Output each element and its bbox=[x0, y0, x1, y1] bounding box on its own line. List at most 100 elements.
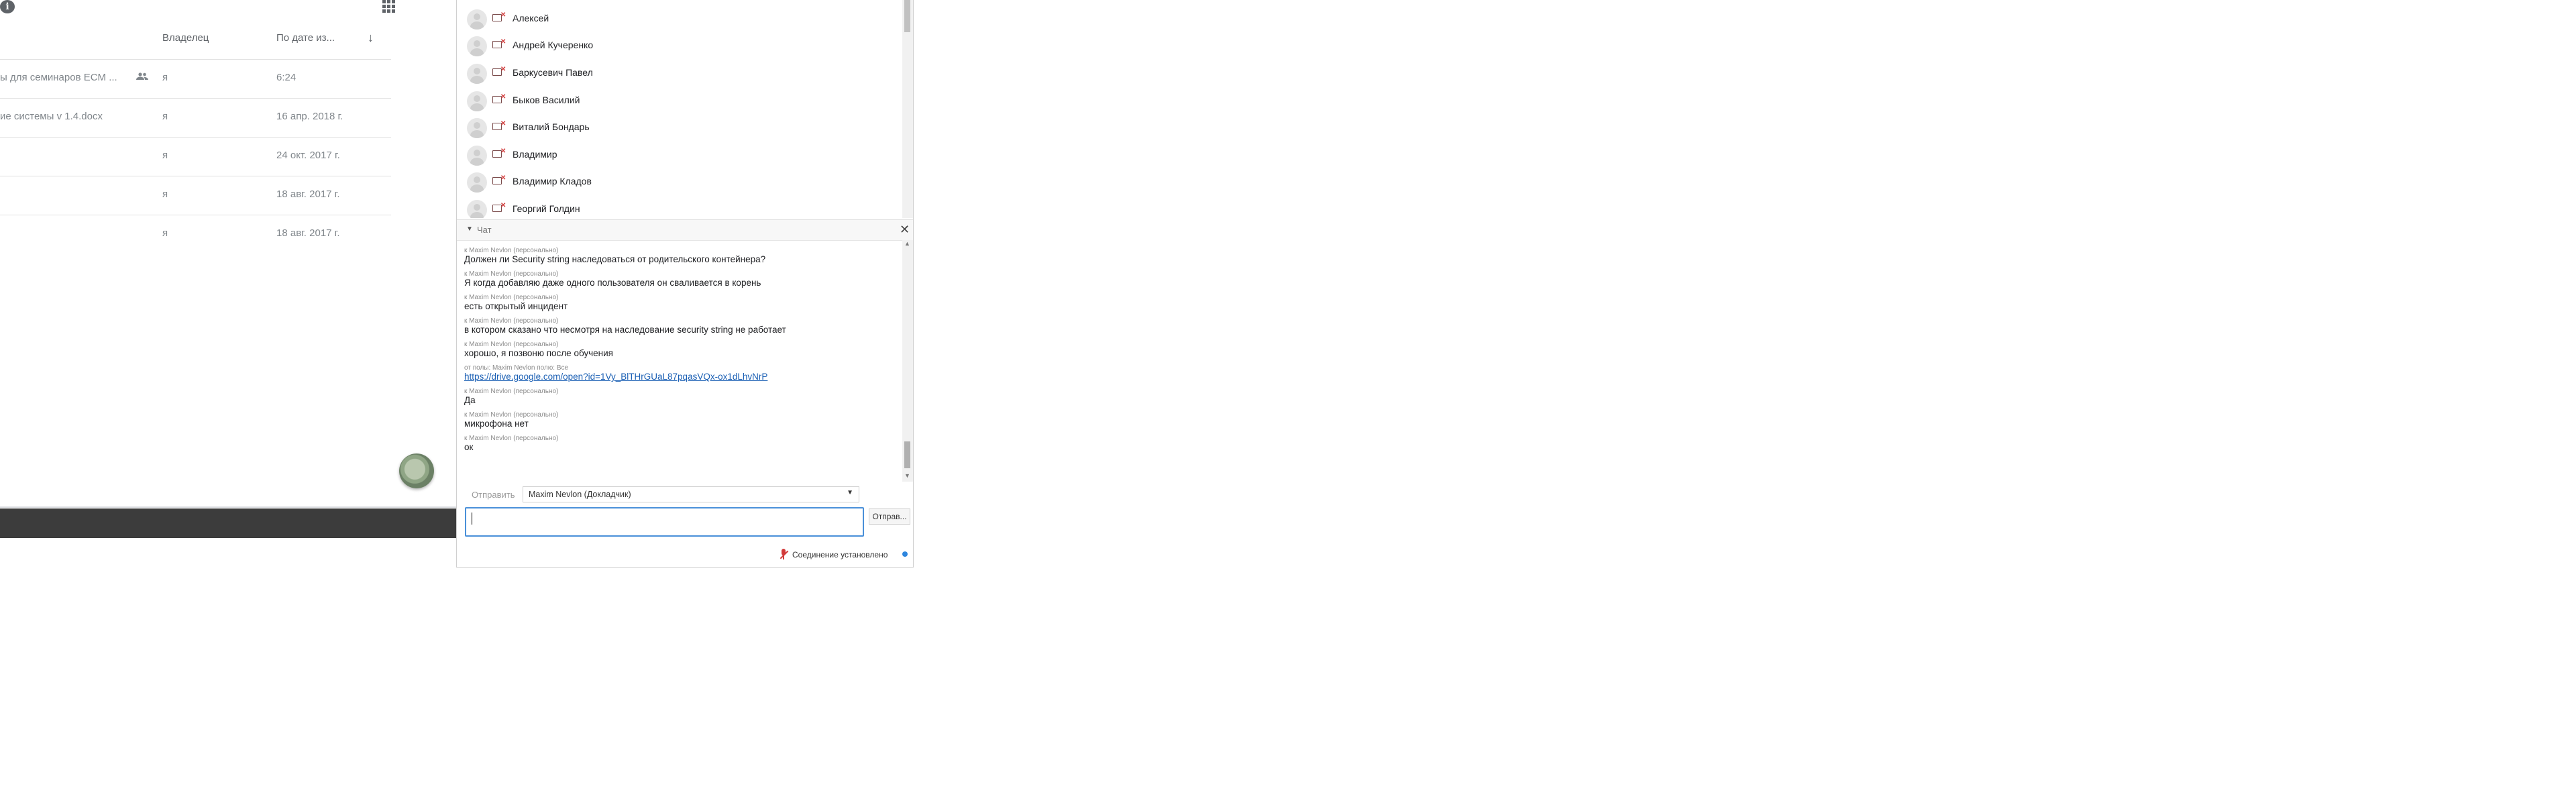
connection-indicator-dot bbox=[902, 551, 908, 557]
message-text: хорошо, я позвоню после обучения bbox=[464, 348, 613, 358]
attendee-item[interactable]: ✕ Владимир Кладов bbox=[467, 170, 896, 195]
message-text: Я когда добавляю даже одного пользовател… bbox=[464, 278, 761, 288]
dropdown-arrow-icon[interactable]: ▼ bbox=[847, 489, 853, 496]
dark-toolbar bbox=[0, 508, 456, 538]
screen-disconnected-icon: ✕ bbox=[492, 202, 506, 213]
connection-status: Соединение установлено bbox=[792, 550, 888, 559]
attendee-name: Владимир bbox=[513, 149, 557, 160]
attendee-item[interactable]: ✕ Владимир bbox=[467, 143, 896, 168]
grid-view-icon[interactable] bbox=[382, 0, 397, 13]
chat-message: к Maxim Nevlon (персонально) Я когда доб… bbox=[464, 270, 761, 288]
message-text: есть открытый инцидент bbox=[464, 301, 568, 311]
attendee-list-scrollbar[interactable] bbox=[902, 0, 913, 218]
attendee-name: Виталий Бондарь bbox=[513, 121, 590, 132]
message-link[interactable]: https://drive.google.com/open?id=1Vy_BlT… bbox=[464, 372, 767, 382]
file-row[interactable]: я 18 авг. 2017 г. bbox=[0, 215, 391, 254]
avatar-icon bbox=[467, 36, 487, 56]
message-text: ок bbox=[464, 442, 474, 452]
screen-disconnected-icon: ✕ bbox=[492, 93, 506, 105]
message-recipient-meta: к Maxim Nevlon (персонально) bbox=[464, 294, 559, 301]
file-owner: я bbox=[162, 189, 168, 200]
chat-message: от полы: Maxim Nevlon полю: Все https://… bbox=[464, 364, 767, 382]
file-modified-date: 6:24 bbox=[276, 72, 297, 83]
attendee-name: Баркусевич Павел bbox=[513, 67, 593, 78]
attendee-name: Алексей bbox=[513, 13, 549, 23]
attendee-item[interactable]: ✕ Георгий Голдин bbox=[467, 197, 896, 218]
avatar-icon bbox=[467, 172, 487, 193]
message-recipient-meta: к Maxim Nevlon (персонально) bbox=[464, 435, 559, 442]
recipient-value: Maxim Nevlon (Докладчик) bbox=[529, 490, 631, 499]
attendee-name: Андрей Кучеренко bbox=[513, 40, 594, 50]
date-column-header[interactable]: По дате из... bbox=[276, 32, 335, 44]
screen-disconnected-icon: ✕ bbox=[492, 66, 506, 77]
screen-disconnected-icon: ✕ bbox=[492, 120, 506, 131]
owner-column-header[interactable]: Владелец bbox=[162, 32, 209, 44]
message-recipient-meta: к Maxim Nevlon (персонально) bbox=[464, 388, 559, 395]
message-recipient-meta: к Maxim Nevlon (персонально) bbox=[464, 341, 559, 348]
microphone-muted-icon bbox=[779, 549, 789, 561]
recipient-select[interactable]: Maxim Nevlon (Докладчик) ▼ bbox=[523, 486, 859, 502]
attendee-item[interactable]: ✕ Алексей bbox=[467, 7, 896, 32]
chat-message: к Maxim Nevlon (персонально) Да bbox=[464, 388, 558, 405]
attendee-name: Быков Василий bbox=[513, 95, 580, 105]
horizontal-divider bbox=[0, 506, 458, 508]
chat-message: к Maxim Nevlon (персонально) ок bbox=[464, 435, 558, 452]
avatar-icon bbox=[467, 118, 487, 138]
screen-disconnected-icon: ✕ bbox=[492, 174, 506, 186]
file-row[interactable]: ие системы v 1.4.docx я 16 апр. 2018 г. bbox=[0, 98, 391, 138]
attendee-item[interactable]: ✕ Андрей Кучеренко bbox=[467, 34, 896, 59]
close-icon[interactable]: ✕ bbox=[900, 223, 910, 237]
chat-title: Чат bbox=[477, 225, 492, 235]
file-row[interactable]: ы для семинаров ECM ... я 6:24 bbox=[0, 59, 391, 99]
shared-people-icon bbox=[136, 72, 148, 83]
chevron-down-icon[interactable]: ▾ bbox=[0, 1, 5, 12]
attendee-item[interactable]: ✕ Баркусевич Павел bbox=[467, 61, 896, 87]
chat-scrollbar[interactable]: ▲ ▼ bbox=[902, 240, 913, 482]
attendee-list: ✕ Алексей ✕ Андрей Кучеренко ✕ Баркусеви… bbox=[457, 0, 902, 218]
message-recipient-meta: к Maxim Nevlon (персонально) bbox=[464, 247, 559, 254]
screen-disconnected-icon: ✕ bbox=[492, 38, 506, 50]
message-text: Должен ли Security string наследоваться … bbox=[464, 254, 766, 264]
message-recipient-meta: от полы: Maxim Nevlon полю: Все bbox=[464, 364, 569, 372]
message-text: Да bbox=[464, 395, 476, 405]
scroll-down-icon[interactable]: ▼ bbox=[904, 472, 910, 479]
attendee-item[interactable]: ✕ Виталий Бондарь bbox=[467, 115, 896, 141]
send-to-label: Отправить bbox=[472, 490, 515, 500]
message-text: в котором сказано что несмотря на наслед… bbox=[464, 325, 786, 335]
chat-message-log: к Maxim Nevlon (персонально) Должен ли S… bbox=[457, 247, 902, 475]
scrollbar-thumb[interactable] bbox=[904, 441, 910, 468]
chat-header[interactable]: ▼ Чат ✕ bbox=[457, 219, 913, 241]
chat-message: к Maxim Nevlon (персонально) Должен ли S… bbox=[464, 247, 765, 264]
collapse-triangle-icon[interactable]: ▼ bbox=[466, 225, 473, 233]
file-modified-date: 24 окт. 2017 г. bbox=[276, 150, 340, 161]
file-owner: я bbox=[162, 111, 168, 122]
attendee-item[interactable]: ✕ Быков Василий bbox=[467, 89, 896, 114]
drive-file-list: ▾ i Владелец По дате из... ↓ ы для семин… bbox=[0, 0, 458, 540]
file-name: ие системы v 1.4.docx bbox=[0, 111, 103, 122]
screen-disconnected-icon: ✕ bbox=[492, 148, 506, 159]
file-owner: я bbox=[162, 72, 168, 83]
message-recipient-meta: к Maxim Nevlon (персонально) bbox=[464, 270, 559, 278]
chat-message: к Maxim Nevlon (персонально) микрофона н… bbox=[464, 411, 558, 429]
message-text: микрофона нет bbox=[464, 419, 529, 429]
chat-message: к Maxim Nevlon (персонально) есть открыт… bbox=[464, 294, 568, 311]
user-avatar-button[interactable] bbox=[399, 453, 434, 488]
file-modified-date: 18 авг. 2017 г. bbox=[276, 227, 340, 239]
file-row[interactable]: я 18 авг. 2017 г. bbox=[0, 176, 391, 215]
file-owner: я bbox=[162, 150, 168, 161]
avatar-icon bbox=[467, 9, 487, 30]
scroll-up-icon[interactable]: ▲ bbox=[904, 240, 910, 247]
file-owner: я bbox=[162, 227, 168, 239]
avatar-icon bbox=[467, 91, 487, 111]
file-name: ы для семинаров ECM ... bbox=[0, 72, 117, 83]
chat-message-input[interactable] bbox=[465, 507, 864, 537]
attendee-name: Владимир Кладов bbox=[513, 176, 592, 186]
send-button[interactable]: Отправ... bbox=[869, 508, 910, 525]
screen-disconnected-icon: ✕ bbox=[492, 11, 506, 23]
file-modified-date: 16 апр. 2018 г. bbox=[276, 111, 343, 122]
sort-arrow-down-icon[interactable]: ↓ bbox=[368, 31, 374, 45]
chat-message: к Maxim Nevlon (персонально) хорошо, я п… bbox=[464, 341, 613, 358]
file-row[interactable]: я 24 окт. 2017 г. bbox=[0, 137, 391, 176]
file-modified-date: 18 авг. 2017 г. bbox=[276, 189, 340, 200]
message-recipient-meta: к Maxim Nevlon (персонально) bbox=[464, 317, 559, 325]
